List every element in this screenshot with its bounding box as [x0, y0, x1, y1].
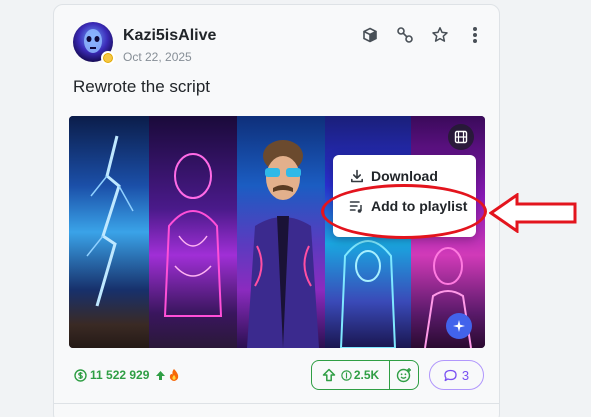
annotation-arrow-icon [489, 193, 577, 233]
avatar-badge [101, 51, 115, 65]
star-icon[interactable] [431, 26, 449, 44]
panel-lightning [69, 116, 149, 348]
arrow-up-box-icon [322, 368, 336, 382]
tip-button[interactable]: 2.5K [311, 360, 390, 390]
tip-coin-icon [341, 369, 352, 381]
buzz-amount: 11 522 929 [90, 368, 150, 382]
comments-button[interactable]: 3 [429, 360, 484, 390]
fire-icon [168, 368, 180, 382]
comment-icon [444, 369, 457, 382]
add-reaction-button[interactable] [389, 360, 419, 390]
arrow-up-icon [155, 370, 166, 381]
download-icon [349, 168, 365, 184]
tip-amount: 2.5K [353, 368, 380, 382]
link-icon[interactable] [396, 26, 414, 44]
annotation-circle [321, 184, 487, 239]
sparkle-icon[interactable] [446, 313, 472, 339]
film-icon[interactable] [448, 124, 474, 150]
username[interactable]: Kazi5isAlive [123, 27, 216, 45]
divider [54, 403, 499, 404]
more-vertical-icon[interactable] [466, 26, 484, 44]
smiley-plus-icon [396, 367, 412, 383]
buzz-counter[interactable]: 11 522 929 [74, 359, 180, 391]
panel-neon-figure [149, 116, 237, 348]
post-title: Rewrote the script [73, 77, 210, 96]
buzz-coin-icon [74, 368, 87, 382]
cube-icon[interactable] [361, 26, 379, 44]
panel-man-sunglasses [237, 116, 325, 348]
download-label: Download [371, 168, 438, 184]
comment-count: 3 [461, 367, 470, 383]
post-date: Oct 22, 2025 [123, 50, 192, 64]
